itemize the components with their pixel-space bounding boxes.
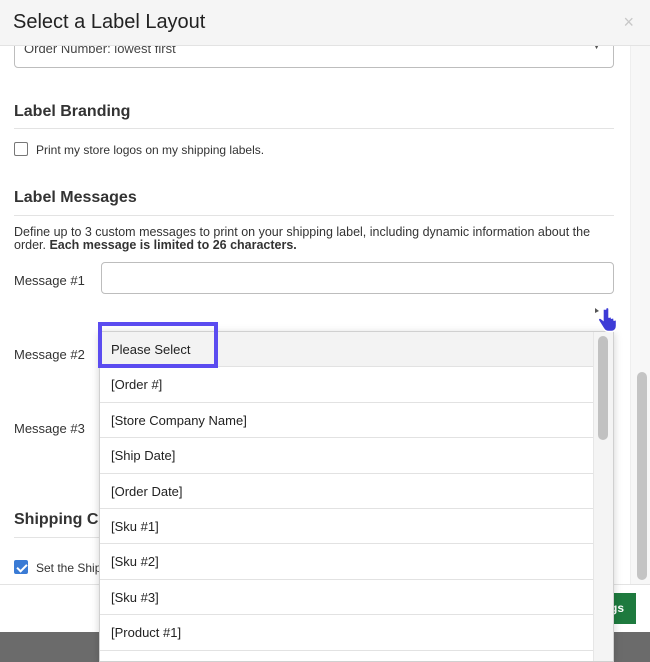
label-branding-heading: Label Branding: [14, 103, 131, 120]
message-2-label: Message #2: [14, 347, 85, 362]
message-1-input[interactable]: [101, 262, 614, 294]
dropdown-option[interactable]: [Order #]: [100, 367, 593, 403]
message-2-dropdown-list[interactable]: Please Select [Order #] [Store Company N…: [99, 331, 614, 662]
dropdown-option[interactable]: [Sku #3]: [100, 580, 593, 616]
shipping-checkbox[interactable]: [14, 560, 28, 574]
highlight-box: [98, 322, 218, 368]
dropdown-option[interactable]: [Sku #1]: [100, 509, 593, 545]
dropdown-option[interactable]: [Store Company Name]: [100, 403, 593, 439]
label-messages-heading: Label Messages: [14, 189, 137, 206]
modal-title: Select a Label Layout: [13, 11, 206, 33]
section-divider: [14, 128, 614, 129]
message-3-label: Message #3: [14, 421, 85, 436]
dropdown-option[interactable]: [Sku #2]: [100, 544, 593, 580]
store-logo-checkbox-label: Print my store logos on my shipping labe…: [36, 143, 265, 157]
close-icon[interactable]: ×: [623, 13, 634, 31]
modal-scrollbar[interactable]: [630, 46, 650, 584]
modal-header: Select a Label Layout ×: [0, 0, 650, 46]
hand-pointer-icon: [595, 306, 618, 333]
message-1-label: Message #1: [14, 273, 85, 288]
description-limit-text: Each message is limited to 26 characters…: [49, 238, 297, 252]
label-messages-description: Define up to 3 custom messages to print …: [14, 226, 614, 252]
sort-order-select[interactable]: Order Number: lowest first ▼: [14, 46, 614, 68]
modal-scrollbar-thumb[interactable]: [637, 372, 647, 580]
sort-order-value: Order Number: lowest first: [24, 46, 176, 56]
store-logo-checkbox[interactable]: [14, 142, 28, 156]
dropdown-option[interactable]: [Product #1]: [100, 615, 593, 651]
shipping-checkbox-label: Set the Ship: [36, 561, 102, 575]
shipping-heading: Shipping Cu: [14, 511, 109, 528]
dropdown-scrollbar[interactable]: [593, 332, 613, 661]
dropdown-option[interactable]: [Order Date]: [100, 474, 593, 509]
section-divider: [14, 215, 614, 216]
chevron-down-icon: ▼: [592, 46, 601, 51]
dropdown-scrollbar-thumb[interactable]: [598, 336, 608, 440]
dropdown-option[interactable]: [Ship Date]: [100, 438, 593, 474]
